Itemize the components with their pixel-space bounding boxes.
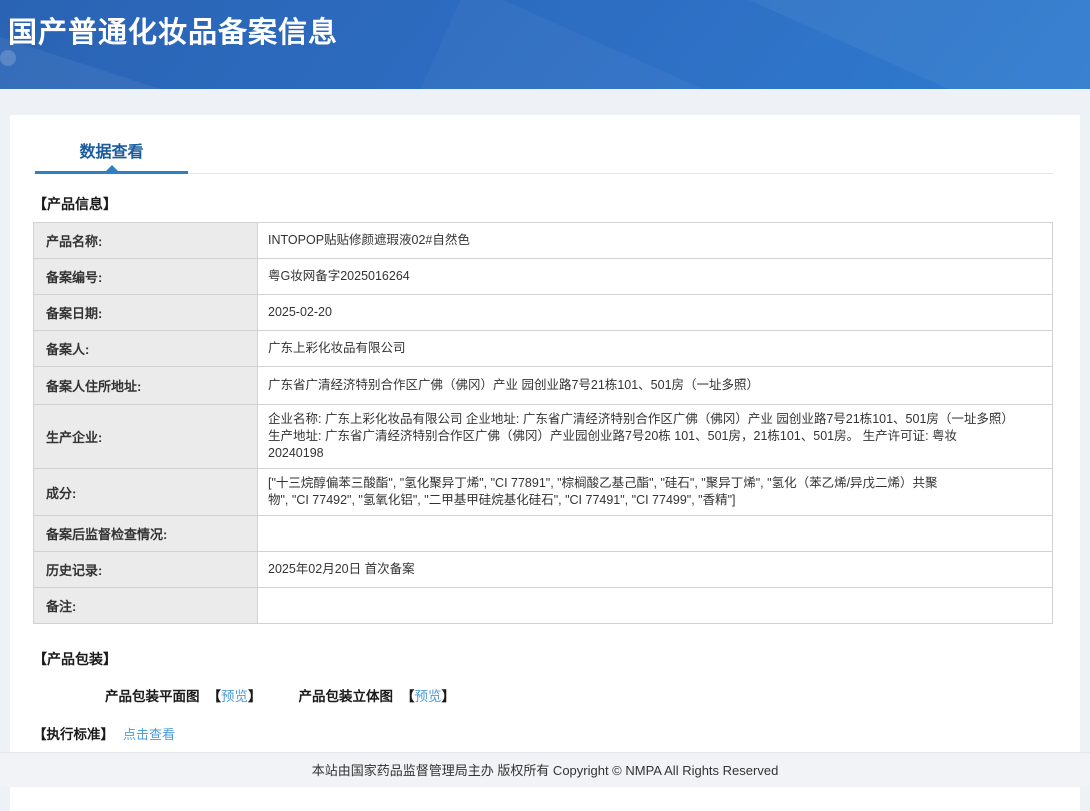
packaging-stereo-label: 产品包装立体图 xyxy=(298,689,394,704)
tab-data-view[interactable]: 数据查看 xyxy=(35,139,188,174)
bracket: 】 xyxy=(441,689,456,704)
table-row-registrant-address: 备案人住所地址: 广东省广清经济特别合作区广佛（佛冈）产业 园创业路7号21栋1… xyxy=(33,366,1053,405)
row-value: 企业名称: 广东上彩化妆品有限公司 企业地址: 广东省广清经济特别合作区广佛（佛… xyxy=(257,404,1053,469)
standard-view-link[interactable]: 点击查看 xyxy=(123,727,175,742)
table-row-supervision: 备案后监督检查情况: xyxy=(33,515,1053,552)
page-footer: 本站由国家药品监督管理局主办 版权所有 Copyright © NMPA All… xyxy=(0,752,1090,787)
tab-data-view-label: 数据查看 xyxy=(79,144,144,161)
footer-copyright-text: 本站由国家药品监督管理局主办 版权所有 Copyright © NMPA All… xyxy=(311,763,779,778)
table-row-history: 历史记录: 2025年02月20日 首次备案 xyxy=(33,551,1053,588)
row-value: 粤G妆网备字2025016264 xyxy=(257,258,1053,295)
row-label: 生产企业: xyxy=(33,404,258,469)
packaging-stereo-preview-link[interactable]: 预览 xyxy=(415,689,442,704)
packaging-links-row: 产品包装平面图 【预览】 产品包装立体图 【预览】 xyxy=(33,685,1053,705)
row-value: 广东上彩化妆品有限公司 xyxy=(257,330,1053,367)
row-value xyxy=(257,515,1053,552)
page-title: 国产普通化妆品备案信息 xyxy=(8,17,339,49)
row-value: ["十三烷醇偏苯三酸酯", "氢化聚异丁烯", "CI 77891", "棕榈酸… xyxy=(257,468,1053,516)
row-label: 备案编号: xyxy=(33,258,258,295)
tab-bar: 数据查看 xyxy=(33,115,1053,174)
row-label: 历史记录: xyxy=(33,551,258,588)
product-info-table: 产品名称: INTOPOP贴贴修颜遮瑕液02#自然色 备案编号: 粤G妆网备字2… xyxy=(33,222,1053,624)
section-title-packaging: 【产品包装】 xyxy=(33,651,117,667)
row-value: 2025-02-20 xyxy=(257,294,1053,331)
table-row-manufacturer: 生产企业: 企业名称: 广东上彩化妆品有限公司 企业地址: 广东省广清经济特别合… xyxy=(33,404,1053,469)
row-label: 产品名称: xyxy=(33,222,258,259)
packaging-flat-label: 产品包装平面图 xyxy=(105,689,200,704)
row-label: 备案日期: xyxy=(33,294,258,331)
row-label: 备案人住所地址: xyxy=(33,366,258,405)
bracket: 【 xyxy=(401,689,415,704)
table-row-ingredients: 成分: ["十三烷醇偏苯三酸酯", "氢化聚异丁烯", "CI 77891", … xyxy=(33,468,1053,516)
table-row-record-date: 备案日期: 2025-02-20 xyxy=(33,294,1053,331)
row-label: 备注: xyxy=(33,587,258,624)
section-title-standard: 【执行标准】 xyxy=(33,727,114,742)
table-row-record-number: 备案编号: 粤G妆网备字2025016264 xyxy=(33,258,1053,295)
row-label: 备案后监督检查情况: xyxy=(33,515,258,552)
table-row-registrant: 备案人: 广东上彩化妆品有限公司 xyxy=(33,330,1053,367)
page-header: 国产普通化妆品备案信息 xyxy=(0,0,1090,89)
table-row-product-name: 产品名称: INTOPOP贴贴修颜遮瑕液02#自然色 xyxy=(33,222,1053,259)
row-label: 备案人: xyxy=(33,330,258,367)
row-label: 成分: xyxy=(33,468,258,516)
row-value: 2025年02月20日 首次备案 xyxy=(257,551,1053,588)
tab-caret-icon xyxy=(105,165,118,171)
content-card: 数据查看 【产品信息】 产品名称: INTOPOP贴贴修颜遮瑕液02#自然色 备… xyxy=(10,115,1080,811)
bracket: 】 xyxy=(248,689,262,704)
row-value: INTOPOP贴贴修颜遮瑕液02#自然色 xyxy=(257,222,1053,259)
tab-active-indicator xyxy=(35,165,188,174)
row-value: 广东省广清经济特别合作区广佛（佛冈）产业 园创业路7号21栋101、501房（一… xyxy=(257,366,1053,405)
main-area: 数据查看 【产品信息】 产品名称: INTOPOP贴贴修颜遮瑕液02#自然色 备… xyxy=(0,89,1090,811)
packaging-flat-preview-link[interactable]: 预览 xyxy=(221,689,248,704)
standard-row: 【执行标准】 点击查看 xyxy=(33,723,1053,743)
bracket: 【 xyxy=(207,689,222,704)
row-value xyxy=(257,587,1053,624)
table-row-remarks: 备注: xyxy=(33,587,1053,624)
section-title-product-info: 【产品信息】 xyxy=(33,196,117,212)
